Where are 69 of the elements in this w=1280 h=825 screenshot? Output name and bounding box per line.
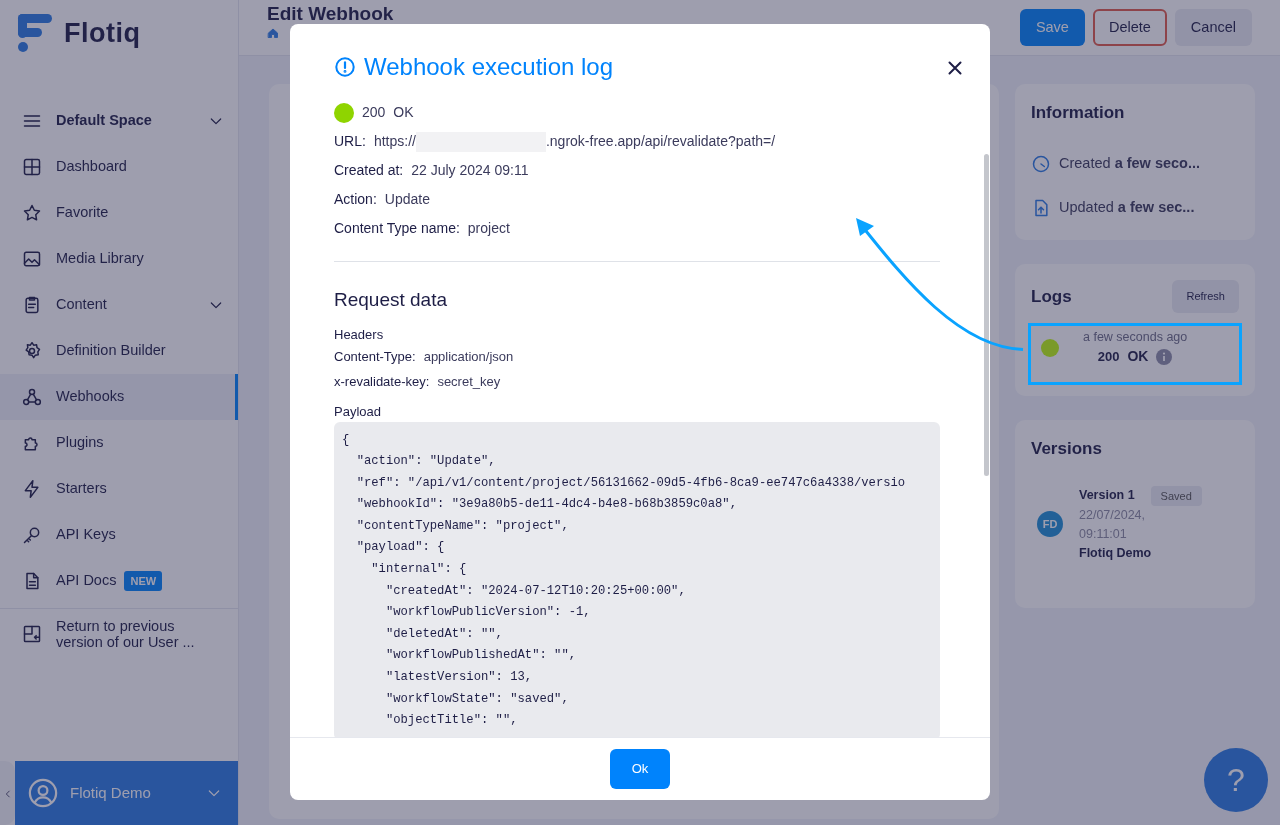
return-link[interactable]: Return to previous version of our User ... (0, 609, 238, 659)
saved-tag: Saved (1150, 485, 1202, 506)
header-button[interactable]: Cancel (1174, 8, 1252, 47)
payload-code: { "action": "Update", "ref": "/api/v1/content/project/56131662-09d5-4fb6-8ca9-ee747c6a4338/versio "webhookId": "3e9a80b5-de11-4dc4-b4e8-b68b3859c0a8", "contentTypeName": "project", "payload": { "internal": { "createdAt": "2024-07-12T10:20:25+00:00", "workflowPublicVersion": -1, "deletedAt": "", "workflowPublishedAt": "", "latestVersion": 13, "workflowState": "saved", "objectTitle": "", (334, 421, 940, 737)
url-text: https:// (373, 132, 416, 151)
card-title: Versions (1031, 438, 1103, 460)
status-code: 200 (1097, 348, 1120, 367)
log-time: a few seconds ago (1083, 328, 1188, 346)
collapse-tab[interactable] (0, 761, 15, 825)
user-avatar-icon (28, 778, 58, 808)
nodes-icon (22, 387, 42, 407)
image-icon (22, 249, 42, 269)
version-author: Flotiq Demo (1079, 544, 1153, 562)
scrollbar[interactable] (984, 154, 989, 476)
status-code: 200 (362, 103, 386, 122)
refresh-button[interactable]: Refresh (1172, 280, 1239, 313)
version-date: 22/07/2024, (1079, 507, 1147, 524)
sidebar-item[interactable]: API Docs NEW (0, 558, 238, 604)
sidebar-item[interactable]: Dashboard (0, 144, 238, 190)
page-title: Edit Webhook (267, 5, 394, 23)
alert-icon (334, 56, 356, 78)
ok-button[interactable]: Ok (610, 749, 670, 789)
home-icon (267, 27, 279, 39)
clock-icon (1031, 153, 1051, 174)
version-label: Version 1 (1079, 487, 1135, 505)
key-icon (22, 525, 42, 545)
layout-undo-icon (22, 624, 42, 644)
card-title: Logs (1031, 285, 1072, 308)
sidebar-item[interactable]: Favorite (0, 190, 238, 236)
log-entry[interactable]: a few seconds ago 200 OK (1031, 320, 1239, 375)
sidebar-item[interactable]: Media Library (0, 236, 238, 282)
field-label: Content Type name: (334, 219, 460, 238)
status-text: OK (393, 103, 414, 122)
subsection-label: Headers (334, 325, 385, 344)
card-title: Information (1031, 102, 1126, 124)
sidebar-item[interactable]: Default Space (0, 98, 238, 144)
info-text: Updated a few sec... (1059, 197, 1195, 217)
header-key: Content-Type: (334, 346, 416, 367)
sidebar-item[interactable]: Definition Builder (0, 328, 238, 374)
new-badge: NEW (124, 570, 163, 592)
sidebar-item[interactable]: API Keys (0, 512, 238, 558)
info-text: Created a few seco... (1059, 153, 1201, 173)
field-label: Created at: (334, 161, 404, 180)
subsection-label: Payload (334, 403, 382, 421)
url-text: .ngrok-free.app/api/revalidate?path=/ (545, 132, 776, 151)
sidebar-item[interactable]: Webhooks (0, 374, 238, 420)
sidebar-item[interactable]: Content (0, 282, 238, 328)
field-value: 22 July 2024 09:11 (411, 161, 529, 180)
star-icon (22, 203, 42, 223)
sidebar-item[interactable]: Starters (0, 466, 238, 512)
info-icon (1156, 348, 1173, 365)
field-label: URL: (334, 132, 366, 151)
sidebar-item[interactable]: Plugins (0, 420, 238, 466)
header-key: x-revalidate-key: (334, 371, 430, 392)
modal-title: Webhook execution log (364, 52, 614, 82)
header-value: application/json (423, 347, 514, 366)
clipboard-icon (22, 295, 42, 315)
header-button[interactable]: Delete (1092, 8, 1167, 47)
field-value: Update (384, 190, 430, 209)
logo-text: Flotiq (64, 16, 141, 50)
grid-icon (22, 157, 42, 177)
status-text: OK (1127, 347, 1149, 367)
lightning-icon (22, 479, 42, 499)
avatar: FD (1037, 510, 1063, 537)
field-value: project (467, 219, 510, 238)
field-label: Action: (334, 190, 377, 209)
version-time: 09:11:01 (1079, 525, 1128, 543)
header-value: secret_key (437, 372, 501, 391)
section-title: Request data (334, 288, 449, 312)
